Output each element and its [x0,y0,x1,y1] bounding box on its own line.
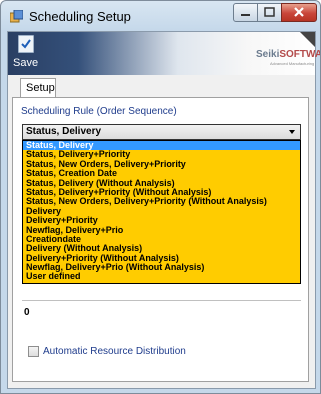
dropdown-option[interactable]: Newflag, Delivery+Prio [23,226,300,235]
close-button[interactable] [281,3,317,22]
save-label: Save [13,57,39,69]
dropdown-option[interactable]: Delivery [23,207,300,216]
app-icon [10,10,23,23]
field-divider [22,300,301,301]
scheduling-rule-label: Scheduling Rule (Order Sequence) [21,106,177,117]
scheduling-rule-select[interactable]: Status, Delivery [22,124,301,140]
minimize-icon [241,14,250,16]
dropdown-option[interactable]: Status, Creation Date [23,169,300,178]
toolbar: Save SeikiSOFTWARE Advanced Manufacturin… [8,32,320,75]
dropdown-option[interactable]: Status, Delivery [23,141,300,151]
minimize-button[interactable] [233,3,258,22]
chevron-down-icon [289,130,295,134]
selected-rule-value: Status, Delivery [26,126,102,137]
dropdown-option[interactable]: Newflag, Delivery+Prio (Without Analysis… [23,263,300,272]
save-icon [18,35,34,53]
dropdown-option[interactable]: User defined [23,272,300,281]
dropdown-option[interactable]: Status, New Orders, Delivery+Priority [23,160,300,169]
save-button[interactable]: Save [11,34,41,72]
company-logo: SeikiSOFTWARE [256,49,321,60]
scheduling-rule-dropdown-list: Status, Delivery Status, Delivery+Priori… [22,140,301,284]
maximize-button[interactable] [257,3,282,22]
dropdown-option[interactable]: Delivery+Priority [23,216,300,225]
dropdown-option[interactable]: Delivery (Without Analysis) [23,244,300,253]
auto-resource-distribution-label[interactable]: Automatic Resource Distribution [43,346,186,357]
title-bar[interactable]: Scheduling Setup [1,1,320,31]
dropdown-option[interactable]: Status, Delivery+Priority [23,150,300,159]
toolbar-corner [300,32,315,47]
tab-setup[interactable]: Setup [20,78,56,98]
auto-resource-distribution-checkbox[interactable] [28,346,39,357]
close-icon [294,7,304,17]
dropdown-option[interactable]: Status, New Orders, Delivery+Priority (W… [23,197,300,206]
window-title: Scheduling Setup [29,9,131,24]
client-area: Save SeikiSOFTWARE Advanced Manufacturin… [7,31,320,389]
dropdown-option[interactable]: Status, Delivery+Priority (Without Analy… [23,188,300,197]
scheduling-setup-window: Scheduling Setup Save SeikiSOFTWA Advanc… [0,0,321,394]
dropdown-option[interactable]: Status, Delivery (Without Analysis) [23,179,300,188]
numeric-value-field[interactable]: 0 [24,307,30,318]
maximize-icon [264,7,275,17]
dropdown-option[interactable]: Creationdate [23,235,300,244]
dropdown-option[interactable]: Delivery+Priority (Without Analysis) [23,254,300,263]
logo-tagline: Advanced Manufacturing [270,61,315,66]
